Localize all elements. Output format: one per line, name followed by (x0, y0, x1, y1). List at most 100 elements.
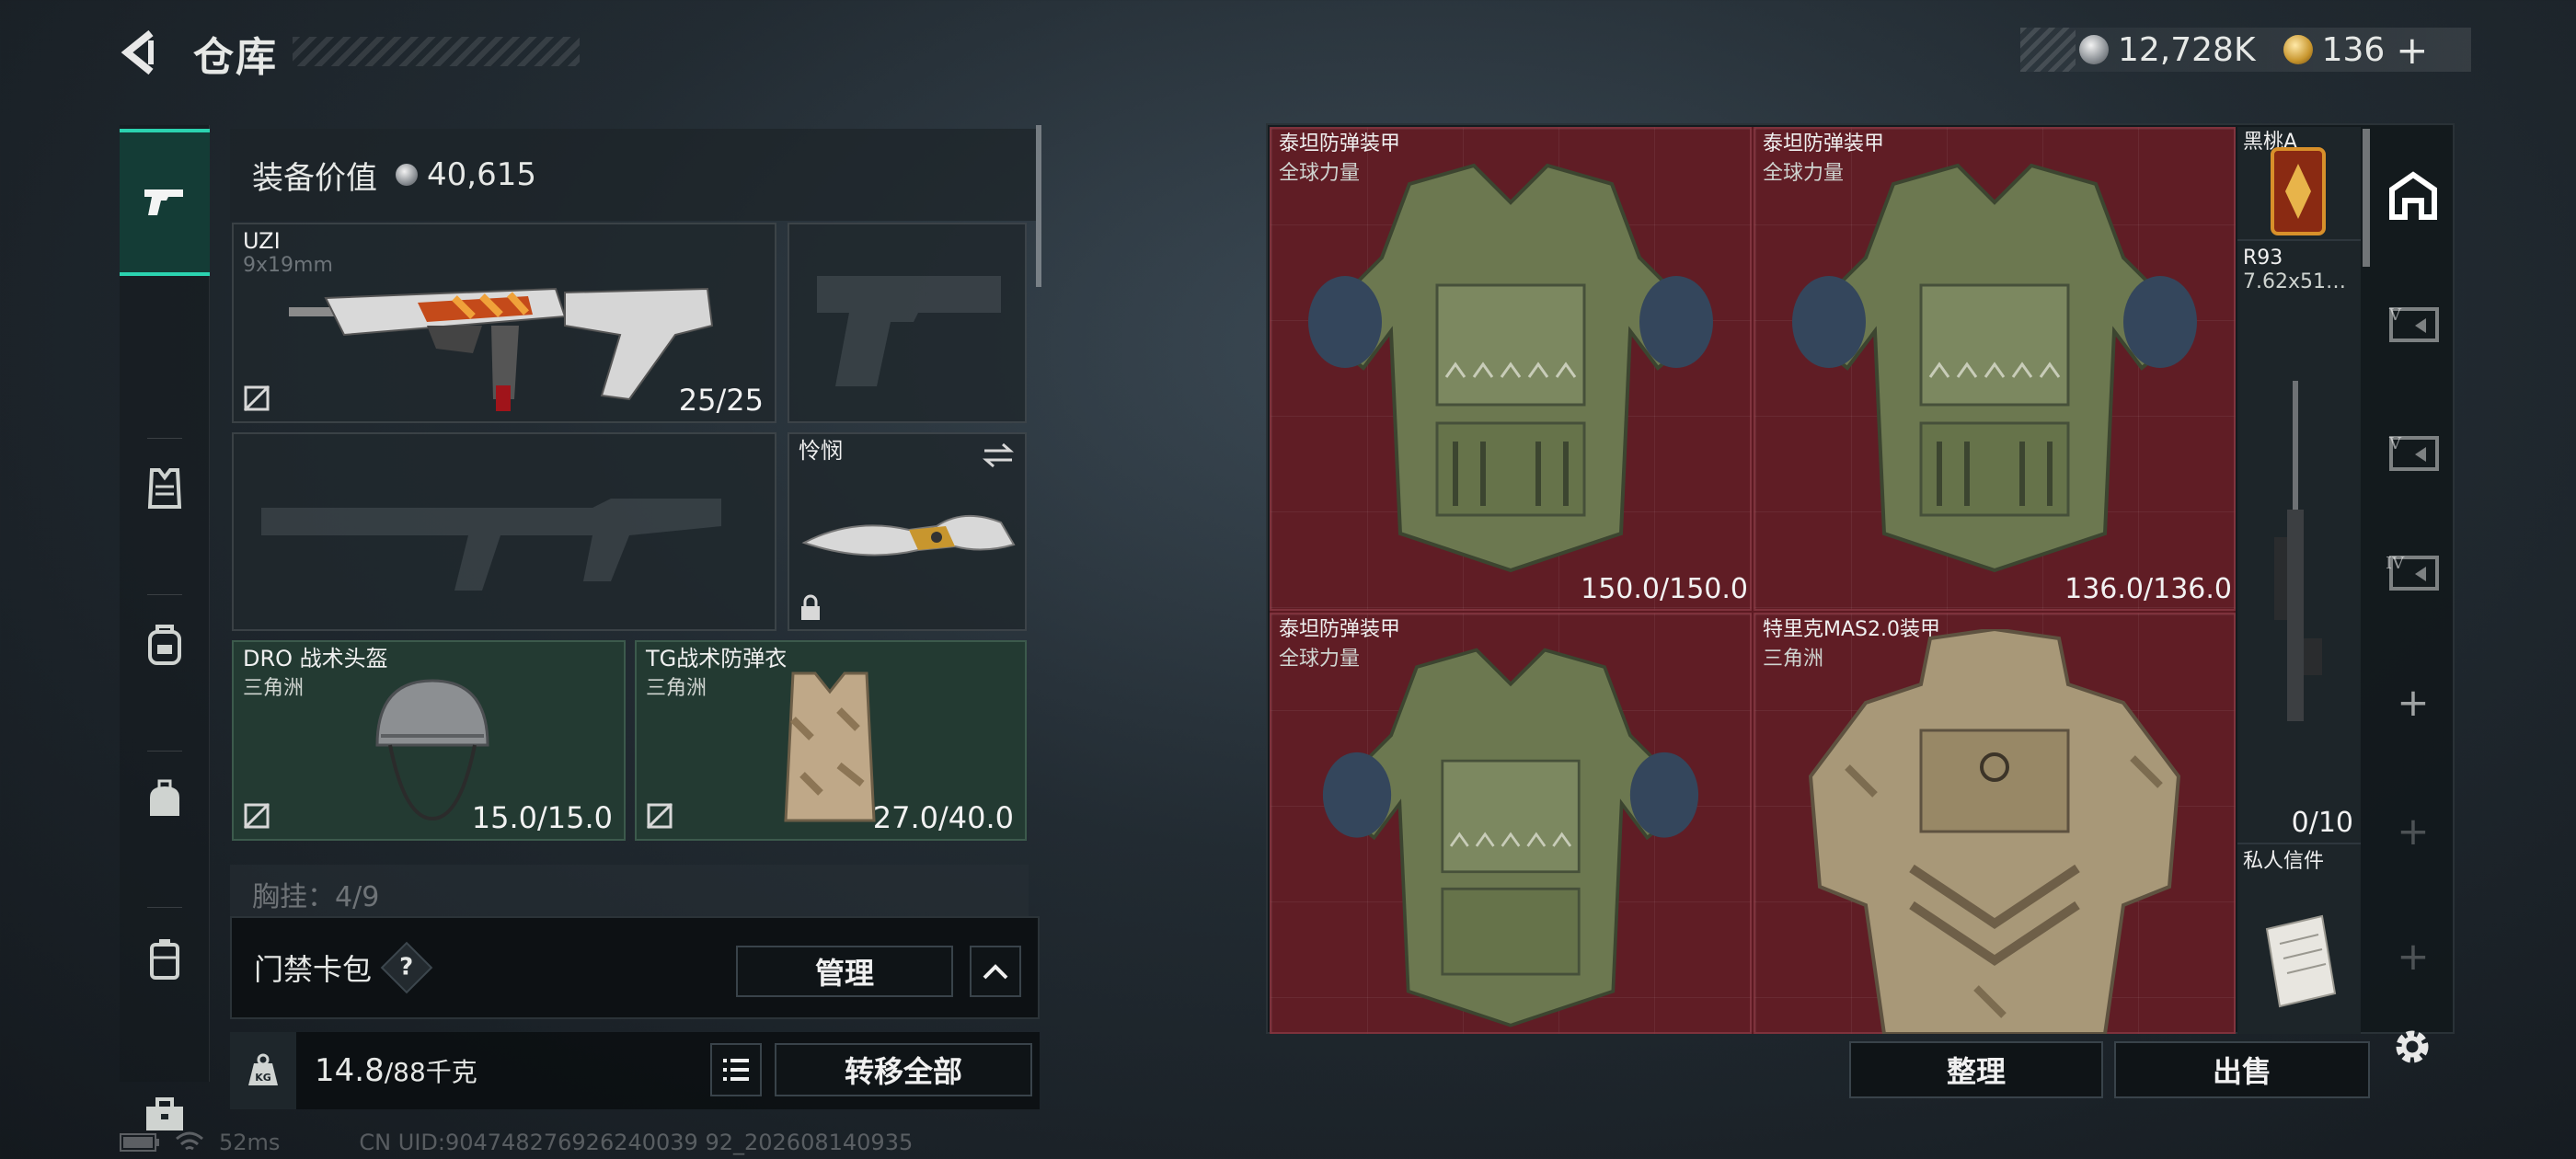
uninsured-icon (646, 802, 673, 830)
stash-item-armor[interactable]: 特里克MAS2.0装甲 三角洲 (1754, 613, 2236, 1034)
stash-item-rifle[interactable]: R93 7.62x51… 0/10 (2237, 243, 2361, 844)
organize-button[interactable]: 整理 (1849, 1041, 2103, 1098)
rig-bag-icon (150, 779, 179, 816)
ping-text: 52ms (219, 1130, 281, 1155)
nav-divider (147, 907, 182, 908)
list-view-button[interactable] (710, 1043, 762, 1096)
stash-panel: 泰坦防弹装甲 全球力量 150.0/150.0 泰坦防弹装甲 全球力量 136.… (1266, 123, 2455, 1034)
sniper-rifle-icon (2274, 381, 2322, 721)
secondary-weapon-slot[interactable] (232, 432, 776, 631)
add-stash-tab-locked[interactable]: + (2372, 896, 2455, 1016)
swap-icon[interactable] (981, 442, 1016, 469)
silver-coin-icon (2079, 35, 2109, 64)
stash-side-column: 黑桃A R93 7.62x51… 0/10 私人信件 (2237, 127, 2361, 1034)
stash-item-armor[interactable]: 泰坦防弹装甲 全球力量 (1270, 613, 1752, 1034)
stash-tab-home[interactable] (2372, 136, 2455, 256)
wifi-icon (176, 1131, 203, 1151)
settings-button[interactable] (2388, 1023, 2436, 1074)
uninsured-icon (243, 384, 270, 412)
stash-tab-5[interactable]: V (2372, 265, 2455, 384)
stash-item-armor[interactable]: 泰坦防弹装甲 全球力量 150.0/150.0 (1270, 127, 1752, 611)
collapse-button[interactable] (970, 946, 1021, 997)
nav-weapons[interactable] (120, 129, 210, 276)
item-name: 私人信件 (2243, 850, 2325, 873)
uid-text: CN UID:904748276926240039 92_20260814093… (359, 1130, 914, 1155)
helmet-slot[interactable]: DRO 战术头盔 三角洲 15.0/15.0 (232, 640, 626, 841)
case-icon (150, 939, 179, 980)
nav-divider (147, 751, 182, 752)
helmet-durability: 15.0/15.0 (471, 800, 613, 835)
nav-divider (147, 594, 182, 595)
weight-icon: KG (230, 1032, 296, 1109)
karambit-icon (801, 514, 1016, 557)
pistol-icon (144, 189, 183, 215)
ammo-count: 0/10 (2291, 807, 2353, 839)
stash-item-letter[interactable]: 私人信件 (2237, 846, 2361, 1034)
uninsured-icon (243, 802, 270, 830)
nav-rig[interactable] (120, 732, 210, 870)
nav-backpack[interactable] (120, 576, 210, 714)
gold-amount: 136 (2321, 30, 2386, 69)
nav-divider (147, 438, 182, 439)
currency-bar: 12,728K 136 + (2020, 28, 2471, 73)
melee-slot[interactable]: 怜悯 (788, 432, 1027, 631)
crate-v-icon: V (2388, 434, 2439, 471)
loadout-scrollbar[interactable] (1036, 125, 1041, 287)
gear-icon (2396, 1030, 2429, 1063)
help-icon[interactable]: ? (380, 941, 433, 994)
status-bar: 52ms CN UID:904748276926240039 92_202608… (120, 1130, 913, 1155)
home-icon (2389, 171, 2437, 220)
armor-slot[interactable]: TG战术防弹衣 三角洲 27.0/40.0 (635, 640, 1027, 841)
pistol-slot[interactable] (788, 223, 1027, 423)
weight-max: /88千克 (384, 1057, 477, 1087)
lock-icon (801, 594, 820, 620)
vest-icon (147, 468, 182, 509)
back-arrow-icon (121, 29, 154, 75)
stash-item-card[interactable]: 黑桃A (2237, 127, 2361, 241)
silver-amount: 12,728K (2118, 30, 2256, 69)
stash-tab-5b[interactable]: V (2372, 394, 2455, 513)
category-nav (120, 125, 210, 1130)
backpack-icon (148, 625, 181, 665)
add-stash-tab-locked[interactable]: + (2372, 771, 2455, 890)
chest-rig-row[interactable]: 胸挂：4/9 (230, 865, 1029, 920)
letter-icon (2265, 914, 2337, 1008)
loadout-value-label: 装备价值 (252, 159, 377, 197)
nav-armor[interactable] (120, 419, 210, 557)
helmet-origin: 三角洲 (243, 677, 305, 700)
item-durability: 150.0/150.0 (1581, 573, 1748, 605)
stash-tabs: V V IV + + + (2372, 127, 2455, 1034)
item-name: R93 (2243, 247, 2283, 270)
svg-text:V: V (2388, 434, 2402, 453)
stash-tab-4[interactable]: IV (2372, 513, 2455, 633)
plus-icon: + (2397, 808, 2430, 854)
plus-icon: + (2397, 933, 2430, 979)
stash-scrollbar[interactable] (2363, 129, 2370, 267)
stash-item-armor[interactable]: 泰坦防弹装甲 全球力量 136.0/136.0 (1754, 127, 2236, 611)
transfer-all-button[interactable]: 转移全部 (775, 1043, 1032, 1096)
card-item-icon (2271, 147, 2326, 235)
page-title: 仓库 (193, 34, 278, 81)
title-decoration (293, 37, 580, 66)
battery-icon (120, 1133, 159, 1152)
weight-current: 14.8 (315, 1052, 385, 1089)
nav-case[interactable] (120, 890, 210, 1028)
armor-durability: 27.0/40.0 (872, 800, 1014, 835)
manage-button[interactable]: 管理 (736, 946, 953, 997)
primary-weapon-slot[interactable]: UZI 9x19mm 25/25 (232, 223, 776, 423)
sell-button[interactable]: 出售 (2114, 1041, 2370, 1098)
currency-decoration (2020, 28, 2076, 72)
loadout-value-row: 装备价值 40,615 (230, 129, 1036, 221)
pistol-silhouette-icon (817, 276, 1001, 386)
list-icon (723, 1059, 749, 1081)
keycard-label: 门禁卡包 (254, 952, 373, 987)
titan-armor-icon (1792, 163, 2197, 573)
silver-coin-icon (396, 164, 418, 186)
add-stash-tab[interactable]: + (2372, 642, 2455, 762)
add-currency-button[interactable]: + (2396, 28, 2428, 73)
weapon-name: UZI (243, 228, 281, 254)
item-durability: 136.0/136.0 (2064, 573, 2232, 605)
melee-name: 怜悯 (799, 438, 843, 464)
svg-text:KG: KG (255, 1072, 271, 1084)
back-button[interactable] (118, 29, 164, 75)
